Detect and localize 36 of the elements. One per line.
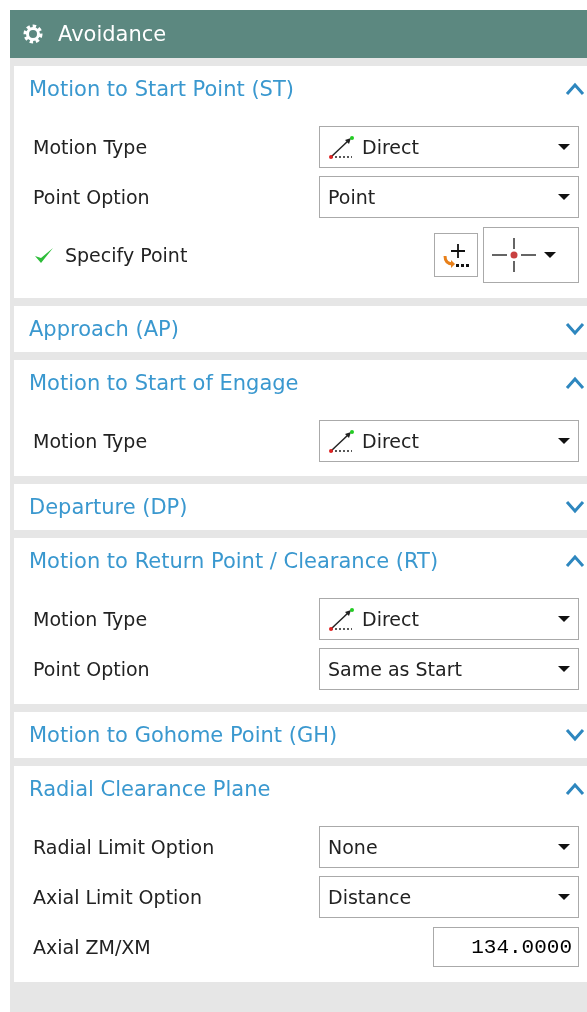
chevron-down-icon <box>565 322 585 336</box>
caret-icon <box>558 194 570 200</box>
caret-icon <box>558 438 570 444</box>
dropdown[interactable]: Direct <box>319 598 579 640</box>
caret-icon <box>558 144 570 150</box>
gear-icon <box>22 23 44 45</box>
dropdown[interactable]: Direct <box>319 126 579 168</box>
dropdown[interactable]: Point <box>319 176 579 218</box>
field-label: Motion Type <box>33 430 148 452</box>
chevron-down-icon <box>565 728 585 742</box>
field-label: Axial Limit Option <box>33 886 203 908</box>
field-label: Point Option <box>33 186 150 208</box>
panel-title: Avoidance <box>58 22 167 46</box>
dropdown[interactable]: Same as Start <box>319 648 579 690</box>
point-dialog-button[interactable] <box>434 233 478 277</box>
caret-icon <box>558 616 570 622</box>
dropdown[interactable]: Distance <box>319 876 579 918</box>
chevron-down-icon <box>565 500 585 514</box>
field-label: Motion Type <box>33 608 148 630</box>
chevron-up-icon <box>565 82 585 96</box>
field-label: Point Option <box>33 658 150 680</box>
chevron-up-icon <box>565 376 585 390</box>
caret-icon <box>558 666 570 672</box>
number-field[interactable]: 134.0000 <box>433 927 579 967</box>
chevron-up-icon <box>565 782 585 796</box>
field-label: Motion Type <box>33 136 148 158</box>
caret-icon <box>558 844 570 850</box>
field-label: Radial Limit Option <box>33 836 215 858</box>
chevron-up-icon <box>565 554 585 568</box>
point-type-dropdown[interactable] <box>483 227 579 283</box>
caret-icon <box>544 252 556 258</box>
dropdown[interactable]: None <box>319 826 579 868</box>
field-label: Axial ZM/XM <box>33 936 151 958</box>
field-label: Specify Point <box>65 244 188 266</box>
dropdown[interactable]: Direct <box>319 420 579 462</box>
caret-icon <box>558 894 570 900</box>
